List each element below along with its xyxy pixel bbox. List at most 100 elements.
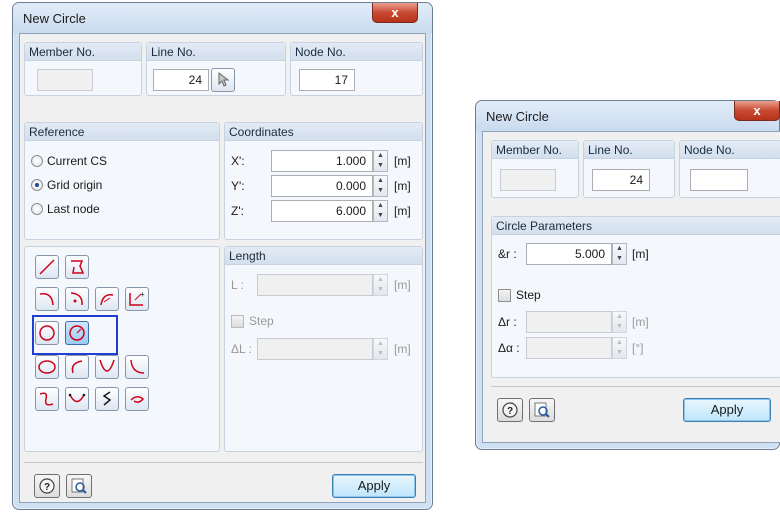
help-icon: ?	[39, 478, 55, 494]
coordinates-header: Coordinates	[225, 123, 422, 141]
tool-polyline[interactable]	[65, 255, 89, 279]
delta-r-unit: [m]	[632, 315, 649, 329]
delta-alpha-field	[526, 337, 612, 359]
circle-params-header: Circle Parameters	[492, 217, 780, 235]
zoom-button[interactable]	[66, 474, 92, 498]
delta-r-field	[526, 311, 612, 333]
arc-center-icon	[70, 292, 83, 306]
new-circle-dialog-secondary: New Circle x Member No. Line No. 24 Node…	[475, 100, 780, 450]
titlebar-2[interactable]: New Circle x	[476, 101, 780, 131]
delta-alpha-unit: [°]	[632, 341, 644, 355]
tool-spline[interactable]	[35, 387, 59, 411]
y-field[interactable]: 0.000	[271, 175, 373, 197]
member-no-group: Member No.	[24, 42, 142, 96]
length-l-unit: [m]	[394, 278, 411, 292]
delta-l-unit: [m]	[394, 342, 411, 356]
grid-origin-radio[interactable]	[31, 179, 43, 191]
polyline-icon	[71, 260, 85, 274]
tool-rope[interactable]	[125, 387, 149, 411]
delta-alpha-label: Δα :	[498, 341, 520, 355]
tool-elliptical-arc[interactable]	[65, 355, 89, 379]
ellipse-icon	[38, 360, 56, 374]
node-no-field-2[interactable]	[690, 169, 748, 191]
tool-arc-point[interactable]: +	[125, 287, 149, 311]
help-button-2[interactable]: ?	[497, 398, 523, 422]
spline-icon	[39, 392, 54, 406]
delta-l-label: ΔL :	[231, 342, 252, 356]
delta-r-spinner: ▲ ▼	[612, 311, 627, 333]
magnifier-icon	[71, 478, 87, 494]
circle-params-group: Circle Parameters &r : 5.000 ▲ ▼ [m] Step…	[491, 216, 780, 378]
x-unit: [m]	[394, 154, 411, 168]
delta-l-spinner: ▲ ▼	[373, 338, 388, 360]
radius-label: &r :	[498, 247, 517, 261]
apply-button[interactable]: Apply	[332, 474, 416, 498]
arc-tangent-icon	[100, 293, 114, 306]
length-l-label: L :	[231, 278, 244, 292]
radius-spinner[interactable]: ▲ ▼	[612, 243, 627, 265]
straight-line-icon	[39, 259, 55, 275]
radius-field[interactable]: 5.000	[526, 243, 612, 265]
length-l-field	[257, 274, 373, 296]
new-circle-dialog-main: New Circle x Member No. Line No. 24 Node…	[12, 2, 433, 510]
z-label: Z':	[231, 204, 244, 218]
svg-text:?: ?	[44, 482, 50, 493]
close-icon-2: x	[753, 103, 761, 118]
node-no-group: Node No. 17	[290, 42, 423, 96]
parabola-icon	[99, 359, 115, 372]
tool-hyperbola[interactable]	[125, 355, 149, 379]
member-no-label: Member No.	[25, 43, 141, 61]
step-label-2: Step	[516, 288, 541, 302]
line-no-field-2[interactable]: 24	[592, 169, 650, 191]
pick-line-button[interactable]	[211, 68, 235, 92]
z-spinner[interactable]: ▲ ▼	[373, 200, 388, 222]
tool-nurbs[interactable]	[65, 387, 89, 411]
close-button-2[interactable]: x	[734, 101, 780, 121]
dialog-client-area: Member No. Line No. 24 Node No. 17 Refer…	[19, 33, 426, 503]
coordinates-group: Coordinates X': 1.000 ▲ ▼ [m] Y': 0.000 ▲…	[224, 122, 423, 240]
x-field[interactable]: 1.000	[271, 150, 373, 172]
selected-tools-highlight	[32, 315, 118, 355]
tool-ellipse[interactable]	[35, 355, 59, 379]
tool-parabola[interactable]	[95, 355, 119, 379]
apply-button-2[interactable]: Apply	[683, 398, 771, 422]
line-no-label-2: Line No.	[584, 141, 674, 159]
window-title-2: New Circle	[486, 109, 549, 124]
last-node-radio[interactable]	[31, 203, 43, 215]
step-checkbox-2[interactable]	[498, 289, 511, 302]
member-no-label-2: Member No.	[492, 141, 578, 159]
s-curve-icon	[102, 391, 112, 406]
line-no-label: Line No.	[147, 43, 285, 61]
current-cs-radio[interactable]	[31, 155, 43, 167]
length-l-spinner: ▲ ▼	[373, 274, 388, 296]
tool-polyline-curve[interactable]	[95, 387, 119, 411]
last-node-label: Last node	[47, 202, 100, 216]
tool-arc-center[interactable]	[65, 287, 89, 311]
magnifier-icon-2	[534, 402, 550, 418]
line-no-group: Line No. 24	[146, 42, 286, 96]
tool-line[interactable]	[35, 255, 59, 279]
line-no-group-2: Line No. 24	[583, 140, 675, 198]
svg-text:+: +	[140, 290, 145, 299]
tool-arc-tangent[interactable]	[95, 287, 119, 311]
node-no-group-2: Node No.	[679, 140, 780, 198]
delta-r-label: Δr :	[498, 315, 517, 329]
close-button[interactable]: x	[372, 3, 418, 23]
z-field[interactable]: 6.000	[271, 200, 373, 222]
tool-arc[interactable]	[35, 287, 59, 311]
node-no-label-2: Node No.	[680, 141, 780, 159]
titlebar[interactable]: New Circle x	[13, 3, 432, 33]
footer-separator	[24, 462, 423, 463]
length-header: Length	[225, 247, 422, 265]
node-no-field[interactable]: 17	[299, 69, 355, 91]
y-spinner[interactable]: ▲ ▼	[373, 175, 388, 197]
footer-separator-2	[491, 386, 780, 387]
delta-alpha-spinner: ▲ ▼	[612, 337, 627, 359]
help-button[interactable]: ?	[34, 474, 60, 498]
y-label: Y':	[231, 179, 245, 193]
grid-origin-label: Grid origin	[47, 178, 103, 192]
reference-group: Reference Current CS Grid origin Last no…	[24, 122, 220, 240]
zoom-button-2[interactable]	[529, 398, 555, 422]
line-no-field[interactable]: 24	[153, 69, 209, 91]
x-spinner[interactable]: ▲ ▼	[373, 150, 388, 172]
